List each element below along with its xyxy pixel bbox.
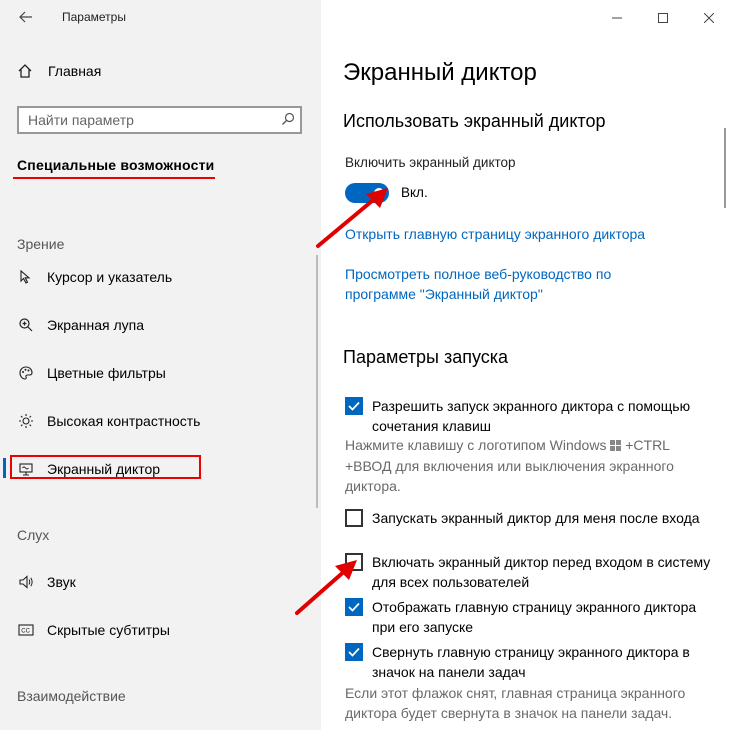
captions-icon: CC [17,623,35,637]
annotation-underline [13,177,215,179]
maximize-icon [658,11,668,26]
contrast-icon [17,413,35,429]
section-title-hearing: Слух [17,527,50,543]
sidebar-item-label: Цветные фильтры [47,365,166,381]
checkbox-minimize-home[interactable] [345,643,363,661]
option-show-home[interactable]: Отображать главную страницу экранного ди… [345,597,715,637]
nav-home[interactable]: Главная [17,63,101,79]
selected-indicator [3,458,6,478]
toggle-knob [374,188,384,198]
page-title: Экранный диктор [343,59,537,86]
main-content: Экранный диктор Использовать экранный ди… [321,0,732,730]
desc-text-before: Нажмите клавишу с логотипом Windows [345,437,607,453]
option-label: Разрешить запуск экранного диктора с пом… [372,398,691,434]
annotation-box [10,455,201,479]
app-title: Параметры [62,10,126,24]
category-title: Специальные возможности [17,157,215,173]
use-heading: Использовать экранный диктор [343,111,606,131]
option-label: Отображать главную страницу экранного ди… [372,599,697,635]
maximize-button[interactable] [640,0,686,36]
toggle-state: Вкл. [401,185,428,200]
sidebar-item-audio[interactable]: Звук [17,572,76,592]
option-shortcut[interactable]: Разрешить запуск экранного диктора с пом… [345,396,715,436]
sidebar-item-label: Высокая контрастность [47,413,201,429]
option-before-signin[interactable]: Включать экранный диктор перед входом в … [345,552,715,592]
home-icon [17,63,33,79]
close-button[interactable] [686,0,732,36]
check-icon [348,602,360,612]
speaker-icon [17,574,35,590]
sidebar-item-label: Курсор и указатель [47,269,173,285]
checkbox-shortcut[interactable] [345,397,363,415]
startup-heading: Параметры запуска [343,347,509,367]
back-button[interactable] [14,6,38,30]
main-scrollbar[interactable] [724,128,726,208]
option-label: Свернуть главную страницу экранного дикт… [372,644,690,680]
checkbox-after-signin[interactable] [345,509,363,527]
back-arrow-icon [19,10,33,27]
link-narrator-guide[interactable]: Просмотреть полное веб-руководство по пр… [345,264,645,304]
sidebar-item-label: Звук [47,574,76,590]
checkbox-show-home[interactable] [345,598,363,616]
toggle-label: Включить экранный диктор [345,155,516,170]
sidebar-item-label: Экранная лупа [47,317,145,333]
section-title-vision: Зрение [17,236,65,252]
search-input[interactable] [19,108,287,132]
window-controls [594,0,732,36]
cursor-icon [17,269,35,285]
svg-text:CC: CC [21,629,30,635]
shortcut-description: Нажмите клавишу с логотипом Windows +CTR… [345,435,710,496]
windows-logo-icon [610,436,622,456]
narrator-toggle[interactable] [345,183,389,203]
option-minimize-home[interactable]: Свернуть главную страницу экранного дикт… [345,642,715,682]
option-label: Запускать экранный диктор для меня после… [372,510,700,526]
sidebar-item-cursor[interactable]: Курсор и указатель [17,267,172,287]
sidebar-scrollbar[interactable] [316,255,318,508]
link-open-narrator-home[interactable]: Открыть главную страницу экранного дикто… [345,224,705,244]
sidebar-item-captions[interactable]: CC Скрытые субтитры [17,620,170,640]
search-box[interactable] [17,106,302,134]
sidebar-item-color-filters[interactable]: Цветные фильтры [17,363,166,383]
sidebar-item-magnifier[interactable]: Экранная лупа [17,315,144,335]
palette-icon [17,365,35,381]
search-icon[interactable] [281,112,295,131]
nav-home-label: Главная [48,63,102,79]
check-icon [348,647,360,657]
minimize-icon [612,11,622,26]
minimize-description: Если этот флажок снят, главная страница … [345,685,686,721]
sidebar-item-label: Скрытые субтитры [47,622,170,638]
sidebar: Параметры Главная Специальные возможност… [0,0,321,730]
titlebar-left: Параметры [0,0,321,36]
checkbox-before-signin[interactable] [345,553,363,571]
section-title-interaction: Взаимодействие [17,688,126,704]
sidebar-item-high-contrast[interactable]: Высокая контрастность [17,411,200,431]
minimize-button[interactable] [594,0,640,36]
option-after-signin[interactable]: Запускать экранный диктор для меня после… [345,508,715,528]
option-label: Включать экранный диктор перед входом в … [372,554,711,590]
check-icon [348,401,360,411]
magnifier-icon [17,317,35,333]
close-icon [703,11,715,26]
